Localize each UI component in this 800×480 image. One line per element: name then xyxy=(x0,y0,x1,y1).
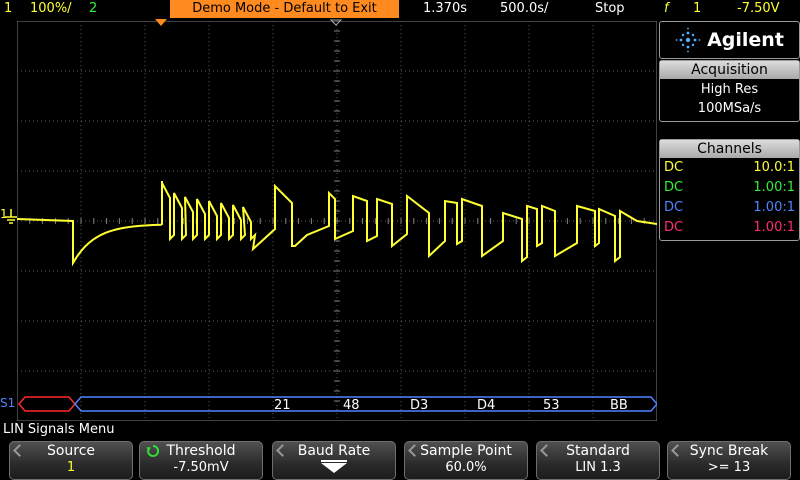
time-offset[interactable]: 1.370s xyxy=(423,1,467,16)
softkey-value: -7.50mV xyxy=(173,460,229,475)
decode-byte: D4 xyxy=(477,398,496,413)
acquisition-box[interactable]: Acquisition High Res 100MSa/s xyxy=(659,60,800,122)
acquisition-mode: High Res xyxy=(700,82,759,97)
time-reference-marker[interactable] xyxy=(330,19,344,27)
waveform-display[interactable] xyxy=(17,21,657,421)
decode-byte: 48 xyxy=(343,398,360,413)
channel-row[interactable]: DC 1.00:1 xyxy=(660,178,799,198)
trigger-position-marker[interactable] xyxy=(155,19,169,27)
decode-byte: 53 xyxy=(543,398,560,413)
menu-title: LIN Signals Menu xyxy=(3,422,115,437)
channel-attenuation: 1.00:1 xyxy=(753,220,795,235)
brand-name: Agilent xyxy=(707,29,784,51)
softkey-value: LIN 1.3 xyxy=(575,460,621,475)
channel-attenuation: 1.00:1 xyxy=(753,200,795,215)
channel-coupling: DC xyxy=(664,200,684,215)
softkey-value: 60.0% xyxy=(445,460,487,475)
channel-row[interactable]: DC 10.0:1 xyxy=(660,158,799,178)
source-softkey[interactable]: Source 1 xyxy=(9,441,133,480)
channel-coupling: DC xyxy=(664,160,684,175)
channel-coupling: DC xyxy=(664,180,684,195)
softkey-label: Sample Point xyxy=(420,443,512,459)
acquisition-header: Acquisition xyxy=(660,61,799,79)
ch1-scale[interactable]: 100%/ xyxy=(30,1,72,16)
status-bar: 1 100%/ 2 Demo Mode - Default to Exit 1.… xyxy=(0,0,800,19)
softkey-label: Baud Rate xyxy=(297,443,371,459)
decode-byte: BB xyxy=(610,398,628,413)
time-scale[interactable]: 500.0s/ xyxy=(500,1,548,16)
run-state[interactable]: Stop xyxy=(595,1,625,16)
brand-box: Agilent xyxy=(659,21,800,59)
decode-byte: 21 xyxy=(274,398,291,413)
standard-softkey[interactable]: Standard LIN 1.3 xyxy=(536,441,660,480)
serial-bus-label[interactable]: S1 xyxy=(0,396,15,410)
softkey-value: >= 13 xyxy=(707,460,751,475)
trigger-level-icon xyxy=(5,209,17,224)
softkey-label: Sync Break xyxy=(689,443,769,459)
trigger-level[interactable]: -7.50V xyxy=(737,1,780,16)
channels-box[interactable]: Channels DC 10.0:1 DC 1.00:1 DC 1.00:1 D… xyxy=(659,139,800,241)
agilent-spark-icon xyxy=(675,27,701,53)
trigger-slope-icon: f xyxy=(664,1,669,16)
ch1-label[interactable]: 1 xyxy=(4,1,12,16)
softkey-value: 1 xyxy=(66,460,76,475)
demo-mode-banner[interactable]: Demo Mode - Default to Exit xyxy=(170,0,399,18)
softkey-label: Source xyxy=(46,443,96,459)
channel-row[interactable]: DC 1.00:1 xyxy=(660,218,799,238)
channel-row[interactable]: DC 1.00:1 xyxy=(660,198,799,218)
threshold-softkey[interactable]: Threshold -7.50mV xyxy=(139,441,263,480)
baud-rate-softkey[interactable]: Baud Rate xyxy=(272,441,396,480)
ch2-label[interactable]: 2 xyxy=(89,1,97,16)
channels-header: Channels xyxy=(660,140,799,158)
decode-byte: D3 xyxy=(410,398,429,413)
side-panel: Agilent Acquisition High Res 100MSa/s Ch… xyxy=(659,21,800,420)
channel-attenuation: 10.0:1 xyxy=(753,160,795,175)
channel-attenuation: 1.00:1 xyxy=(753,180,795,195)
submenu-arrow-icon xyxy=(321,460,347,473)
softkey-label: Standard xyxy=(566,443,630,459)
entry-knob-icon xyxy=(146,444,160,457)
sample-point-softkey[interactable]: Sample Point 60.0% xyxy=(404,441,528,480)
acquisition-rate: 100MSa/s xyxy=(697,101,762,116)
channel-coupling: DC xyxy=(664,220,684,235)
sync-break-softkey[interactable]: Sync Break >= 13 xyxy=(667,441,791,480)
trigger-channel[interactable]: 1 xyxy=(693,1,701,16)
